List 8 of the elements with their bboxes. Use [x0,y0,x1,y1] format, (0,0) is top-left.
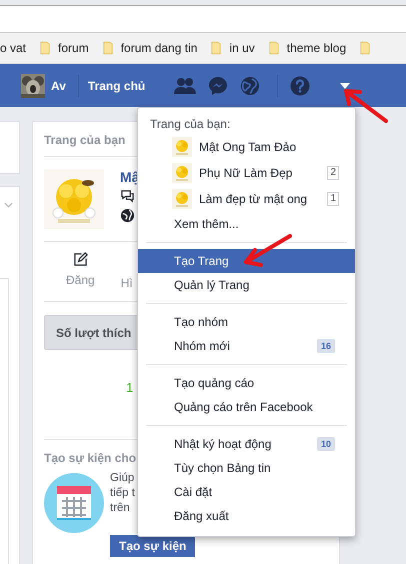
likes-count: 1 [126,380,134,395]
count-badge: 2 [327,166,339,180]
description-text: trên [110,501,130,516]
count-badge: 1 [327,192,339,206]
count-badge: 10 [316,437,335,451]
description-text: tiếp t [110,486,135,501]
count-badge: 16 [316,339,335,353]
description-text: Giúp [110,471,134,486]
